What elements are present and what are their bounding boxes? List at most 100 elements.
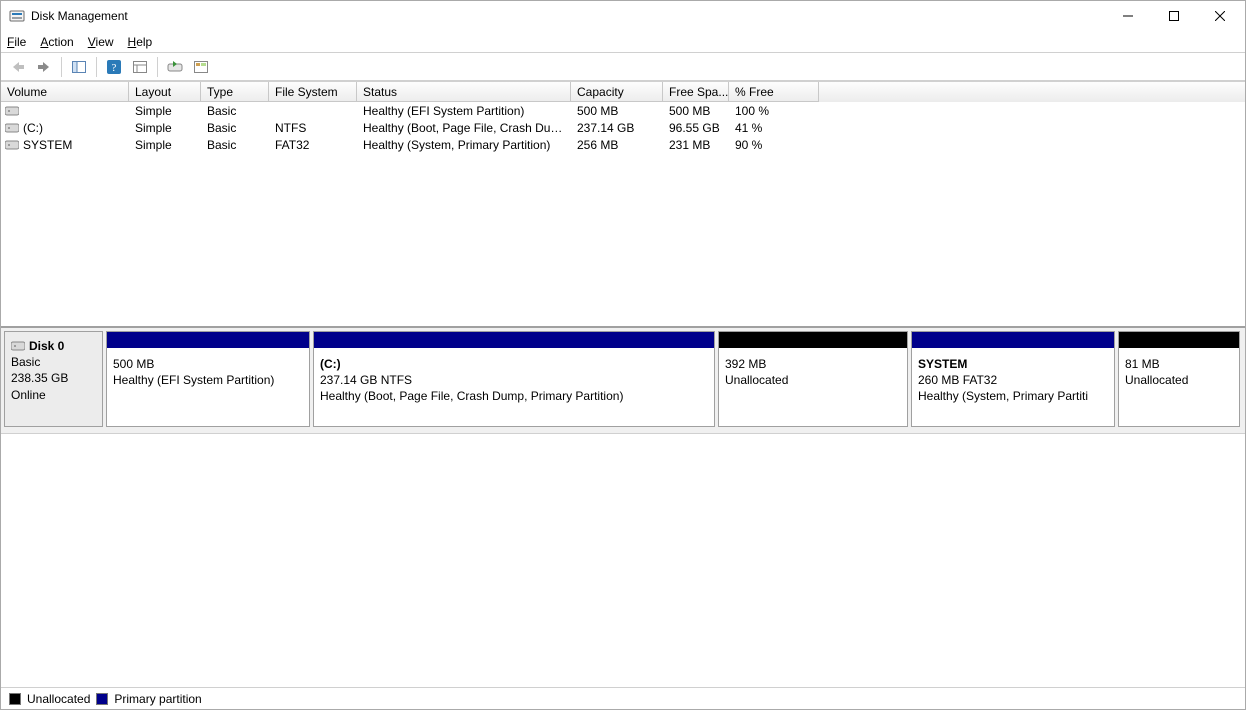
- partition-header: [107, 332, 309, 348]
- volume-pctfree: 90 %: [729, 138, 819, 152]
- legend: Unallocated Primary partition: [1, 687, 1245, 709]
- minimize-button[interactable]: [1105, 1, 1151, 31]
- partition-status: Unallocated: [725, 372, 901, 388]
- empty-area: [1, 433, 1245, 687]
- partition-header: [912, 332, 1114, 348]
- legend-unallocated-label: Unallocated: [27, 692, 90, 706]
- toolbar: ?: [1, 53, 1245, 81]
- svg-text:?: ?: [112, 62, 117, 74]
- disk-graphic-pane: Disk 0 Basic 238.35 GB Online 500 MBHeal…: [1, 327, 1245, 433]
- help-button[interactable]: ?: [103, 56, 125, 78]
- partition-header: [314, 332, 714, 348]
- toolbar-separator: [157, 57, 158, 77]
- partition-header: [1119, 332, 1239, 348]
- window-controls: [1105, 1, 1243, 31]
- volume-layout: Simple: [129, 104, 201, 118]
- volume-fs: NTFS: [269, 121, 357, 135]
- disk-size: 238.35 GB: [11, 370, 96, 386]
- disk-state: Online: [11, 387, 96, 403]
- volume-name: (C:): [23, 121, 43, 135]
- volume-icon: [5, 140, 19, 150]
- partition[interactable]: 500 MBHealthy (EFI System Partition): [106, 331, 310, 427]
- partition-title: (C:): [320, 356, 708, 372]
- forward-button[interactable]: [33, 56, 55, 78]
- app-icon: [9, 8, 25, 24]
- legend-primary-label: Primary partition: [114, 692, 201, 706]
- volume-free: 500 MB: [663, 104, 729, 118]
- volume-icon: [5, 123, 19, 133]
- disk-icon: [11, 341, 25, 351]
- menubar: File Action View Help: [1, 31, 1245, 53]
- partition-status: Unallocated: [1125, 372, 1233, 388]
- menu-view[interactable]: View: [88, 35, 114, 49]
- legend-unallocated-swatch: [9, 693, 21, 705]
- properties-button[interactable]: [129, 56, 151, 78]
- volume-layout: Simple: [129, 121, 201, 135]
- more-button[interactable]: [190, 56, 212, 78]
- disk-name: Disk 0: [29, 338, 64, 354]
- back-button[interactable]: [7, 56, 29, 78]
- col-volume[interactable]: Volume: [1, 82, 129, 102]
- disk-type: Basic: [11, 354, 96, 370]
- volume-pctfree: 100 %: [729, 104, 819, 118]
- partitions-container: 500 MBHealthy (EFI System Partition)(C:)…: [106, 331, 1242, 427]
- menu-file[interactable]: File: [7, 35, 26, 49]
- volume-capacity: 256 MB: [571, 138, 663, 152]
- window-title: Disk Management: [31, 9, 1105, 23]
- partition-size: 392 MB: [725, 356, 901, 372]
- volume-status: Healthy (System, Primary Partition): [357, 138, 571, 152]
- col-capacity[interactable]: Capacity: [571, 82, 663, 102]
- col-type[interactable]: Type: [201, 82, 269, 102]
- col-freespace[interactable]: Free Spa...: [663, 82, 729, 102]
- partition-size: 237.14 GB NTFS: [320, 372, 708, 388]
- partition-header: [719, 332, 907, 348]
- show-hide-button[interactable]: [68, 56, 90, 78]
- partition-title: SYSTEM: [918, 356, 1108, 372]
- titlebar: Disk Management: [1, 1, 1245, 31]
- partition-size: 81 MB: [1125, 356, 1233, 372]
- partition[interactable]: 81 MBUnallocated: [1118, 331, 1240, 427]
- table-row[interactable]: SimpleBasic Healthy (EFI System Partition…: [1, 102, 1245, 119]
- partition[interactable]: (C:)237.14 GB NTFSHealthy (Boot, Page Fi…: [313, 331, 715, 427]
- volume-free: 231 MB: [663, 138, 729, 152]
- volume-free: 96.55 GB: [663, 121, 729, 135]
- disk-row[interactable]: Disk 0 Basic 238.35 GB Online 500 MBHeal…: [4, 331, 1242, 427]
- col-status[interactable]: Status: [357, 82, 571, 102]
- disk-info[interactable]: Disk 0 Basic 238.35 GB Online: [4, 331, 103, 427]
- close-button[interactable]: [1197, 1, 1243, 31]
- menu-action[interactable]: Action: [40, 35, 73, 49]
- volume-type: Basic: [201, 121, 269, 135]
- refresh-button[interactable]: [164, 56, 186, 78]
- toolbar-separator: [96, 57, 97, 77]
- partition-size: 500 MB: [113, 356, 303, 372]
- col-layout[interactable]: Layout: [129, 82, 201, 102]
- toolbar-separator: [61, 57, 62, 77]
- volume-pctfree: 41 %: [729, 121, 819, 135]
- volume-type: Basic: [201, 104, 269, 118]
- partition-status: Healthy (Boot, Page File, Crash Dump, Pr…: [320, 388, 708, 404]
- table-row[interactable]: SYSTEM SimpleBasicFAT32Healthy (System, P…: [1, 136, 1245, 153]
- volume-icon: [5, 106, 19, 116]
- volume-status: Healthy (EFI System Partition): [357, 104, 571, 118]
- table-row[interactable]: (C:) SimpleBasicNTFSHealthy (Boot, Page F…: [1, 119, 1245, 136]
- partition[interactable]: 392 MBUnallocated: [718, 331, 908, 427]
- menu-help[interactable]: Help: [128, 35, 153, 49]
- volume-name: SYSTEM: [23, 138, 72, 152]
- partition-status: Healthy (EFI System Partition): [113, 372, 303, 388]
- col-filesystem[interactable]: File System: [269, 82, 357, 102]
- maximize-button[interactable]: [1151, 1, 1197, 31]
- volume-fs: FAT32: [269, 138, 357, 152]
- volume-capacity: 237.14 GB: [571, 121, 663, 135]
- legend-primary-swatch: [96, 693, 108, 705]
- volume-layout: Simple: [129, 138, 201, 152]
- volume-list-body: SimpleBasicHealthy (EFI System Partition…: [1, 102, 1245, 153]
- volume-list-header: Volume Layout Type File System Status Ca…: [1, 82, 1245, 102]
- col-pctfree[interactable]: % Free: [729, 82, 819, 102]
- volume-type: Basic: [201, 138, 269, 152]
- volume-status: Healthy (Boot, Page File, Crash Dump...: [357, 121, 571, 135]
- volume-capacity: 500 MB: [571, 104, 663, 118]
- partition-status: Healthy (System, Primary Partiti: [918, 388, 1108, 404]
- partition[interactable]: SYSTEM260 MB FAT32Healthy (System, Prima…: [911, 331, 1115, 427]
- volume-list[interactable]: Volume Layout Type File System Status Ca…: [1, 81, 1245, 327]
- partition-size: 260 MB FAT32: [918, 372, 1108, 388]
